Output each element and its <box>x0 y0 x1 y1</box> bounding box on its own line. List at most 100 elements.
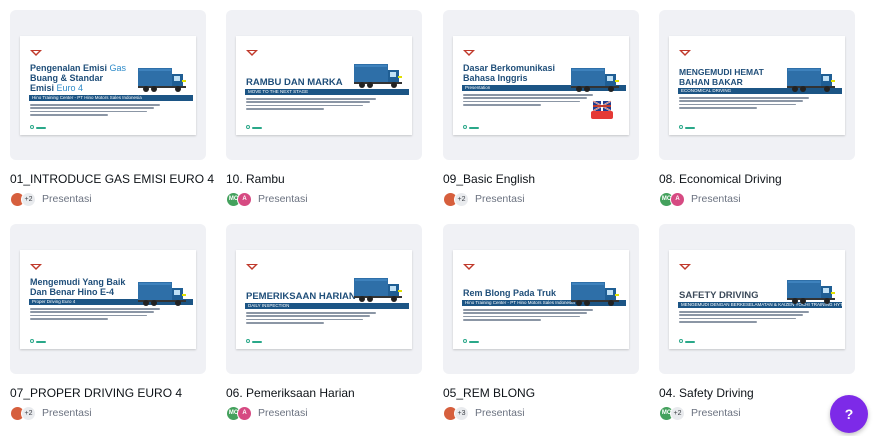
design-card[interactable]: Pengenalan Emisi Gas Buang & Standar Emisi… <box>10 10 214 207</box>
slide-title: SAFETY DRIVING <box>679 291 783 301</box>
slide-title: MENGEMUDI HEMAT BAHAN BAKAR <box>679 67 783 87</box>
design-thumbnail[interactable]: MENGEMUDI HEMAT BAHAN BAKAR ECONOMICAL DRI… <box>659 10 855 160</box>
slide-body-text <box>679 311 809 325</box>
hino-logo-icon <box>30 43 42 56</box>
slide-title: Pengenalan Emisi Gas Buang & Standar Emisi… <box>30 63 134 93</box>
hino-logo-icon <box>246 43 258 56</box>
slide-footer-text <box>252 341 262 343</box>
design-card[interactable]: Rem Blong Pada Truk Hino Training Center … <box>443 224 639 421</box>
slide-footer-text <box>252 127 262 129</box>
collaborator-avatars[interactable]: +3 <box>443 405 469 421</box>
collaborator-avatars[interactable]: MC A <box>659 191 685 207</box>
design-title[interactable]: 06. Pemeriksaan Harian <box>226 386 422 400</box>
hino-logo-icon <box>463 43 475 56</box>
hino-logo-icon <box>679 257 691 270</box>
extra-collaborators-badge: +2 <box>670 405 685 421</box>
slide-footer-icon <box>30 339 34 343</box>
design-type-label: Presentasi <box>475 407 525 419</box>
hino-logo-icon <box>679 43 691 56</box>
slide-title-accent: Gas <box>109 63 127 73</box>
slide-title-text: RAMBU DAN MARKA <box>246 77 343 88</box>
slide-title-text: Mengemudi Yang Baik <box>30 277 126 287</box>
collaborator-avatars[interactable]: +2 <box>10 405 36 421</box>
slide-footer-text <box>36 341 46 343</box>
slide-body-text <box>463 309 593 323</box>
slide-title-text: Rem Blong Pada Truk <box>463 288 557 298</box>
slide-body-text <box>246 312 376 326</box>
design-thumbnail[interactable]: RAMBU DAN MARKA MOVE TO THE NEXT STAGE <box>226 10 422 160</box>
slide-subtitle-band: Hino Training Center - PT Hino Motors Sa… <box>29 95 193 101</box>
design-type-label: Presentasi <box>42 407 92 419</box>
help-button[interactable]: ? <box>830 395 868 433</box>
design-card[interactable]: Mengemudi Yang Baik Dan Benar Hino E-4 Pro… <box>10 224 206 421</box>
design-title[interactable]: 10. Rambu <box>226 172 422 186</box>
design-meta: +2 Presentasi <box>10 405 206 421</box>
slide-footer-icon <box>463 339 467 343</box>
truck-icon <box>571 66 621 94</box>
collaborator-avatars[interactable]: MC A <box>226 405 252 421</box>
collaborator-avatars[interactable]: +2 <box>10 191 36 207</box>
design-type-label: Presentasi <box>258 193 308 205</box>
design-meta: +2 Presentasi <box>443 191 639 207</box>
slide-footer-text <box>685 127 695 129</box>
design-meta: MC A Presentasi <box>226 405 422 421</box>
design-meta: +3 Presentasi <box>443 405 639 421</box>
truck-icon <box>354 62 404 90</box>
design-thumbnail[interactable]: SAFETY DRIVING MENGEMUDI DENGAN BERKESELA… <box>659 224 855 374</box>
design-title[interactable]: 09_Basic English <box>443 172 639 186</box>
slide-body-text <box>463 94 593 108</box>
truck-icon <box>787 66 837 94</box>
design-thumbnail[interactable]: PEMERIKSAAN HARIAN DAILY INSPECTION <box>226 224 422 374</box>
design-title[interactable]: 01_INTRODUCE GAS EMISI EURO 4 <box>10 172 214 186</box>
design-thumbnail[interactable]: Dasar Berkomunikasi Bahasa Inggris Present… <box>443 10 639 160</box>
design-thumbnail[interactable]: Mengemudi Yang Baik Dan Benar Hino E-4 Pro… <box>10 224 206 374</box>
slide-title-text: SAFETY DRIVING <box>679 290 759 301</box>
slide-footer-text <box>36 127 46 129</box>
slide-body-text <box>30 104 160 118</box>
design-title[interactable]: 08. Economical Driving <box>659 172 855 186</box>
design-thumbnail[interactable]: Pengenalan Emisi Gas Buang & Standar Emisi… <box>10 10 206 160</box>
design-card[interactable]: MENGEMUDI HEMAT BAHAN BAKAR ECONOMICAL DRI… <box>659 10 855 207</box>
design-title[interactable]: 04. Safety Driving <box>659 386 855 400</box>
designs-grid: Pengenalan Emisi Gas Buang & Standar Emisi… <box>0 0 880 436</box>
avatar: A <box>237 405 252 421</box>
slide-preview: Rem Blong Pada Truk Hino Training Center … <box>453 250 629 349</box>
design-type-label: Presentasi <box>691 407 741 419</box>
slide-title-text: Buang & Standar <box>30 73 104 83</box>
design-title[interactable]: 05_REM BLONG <box>443 386 639 400</box>
slide-footer-icon <box>246 339 250 343</box>
slide-preview: Dasar Berkomunikasi Bahasa Inggris Present… <box>453 36 629 135</box>
slide-title-text: Emisi <box>30 83 55 93</box>
slide-body-text <box>679 97 809 111</box>
hino-logo-icon <box>463 257 475 270</box>
slide-title-text: MENGEMUDI HEMAT <box>679 67 764 77</box>
slide-footer-text <box>685 341 695 343</box>
slide-footer-icon <box>246 125 250 129</box>
design-title[interactable]: 07_PROPER DRIVING EURO 4 <box>10 386 206 400</box>
extra-collaborators-badge: +2 <box>21 191 36 207</box>
slide-preview: MENGEMUDI HEMAT BAHAN BAKAR ECONOMICAL DRI… <box>669 36 845 135</box>
slide-preview: Pengenalan Emisi Gas Buang & Standar Emisi… <box>20 36 196 135</box>
slide-footer-icon <box>463 125 467 129</box>
collaborator-avatars[interactable]: MC +2 <box>659 405 685 421</box>
truck-icon <box>354 276 404 304</box>
slide-title-accent: Euro 4 <box>56 83 84 93</box>
slide-title-text: Dan Benar Hino E-4 <box>30 287 115 297</box>
hino-logo-icon <box>246 257 258 270</box>
extra-collaborators-badge: +3 <box>454 405 469 421</box>
slide-preview: Mengemudi Yang Baik Dan Benar Hino E-4 Pro… <box>20 250 196 349</box>
slide-footer-text <box>469 127 479 129</box>
design-meta: MC A Presentasi <box>659 191 855 207</box>
avatar: A <box>670 191 685 207</box>
design-card[interactable]: SAFETY DRIVING MENGEMUDI DENGAN BERKESELA… <box>659 224 855 421</box>
design-card[interactable]: RAMBU DAN MARKA MOVE TO THE NEXT STAGE 10.… <box>226 10 422 207</box>
slide-title: Dasar Berkomunikasi Bahasa Inggris <box>463 63 567 83</box>
slide-body-text <box>246 98 376 112</box>
design-thumbnail[interactable]: Rem Blong Pada Truk Hino Training Center … <box>443 224 639 374</box>
collaborator-avatars[interactable]: +2 <box>443 191 469 207</box>
design-card[interactable]: Dasar Berkomunikasi Bahasa Inggris Present… <box>443 10 639 207</box>
design-type-label: Presentasi <box>691 193 741 205</box>
design-card[interactable]: PEMERIKSAAN HARIAN DAILY INSPECTION 06. Pe… <box>226 224 422 421</box>
collaborator-avatars[interactable]: MC A <box>226 191 252 207</box>
design-meta: +2 Presentasi <box>10 191 206 207</box>
